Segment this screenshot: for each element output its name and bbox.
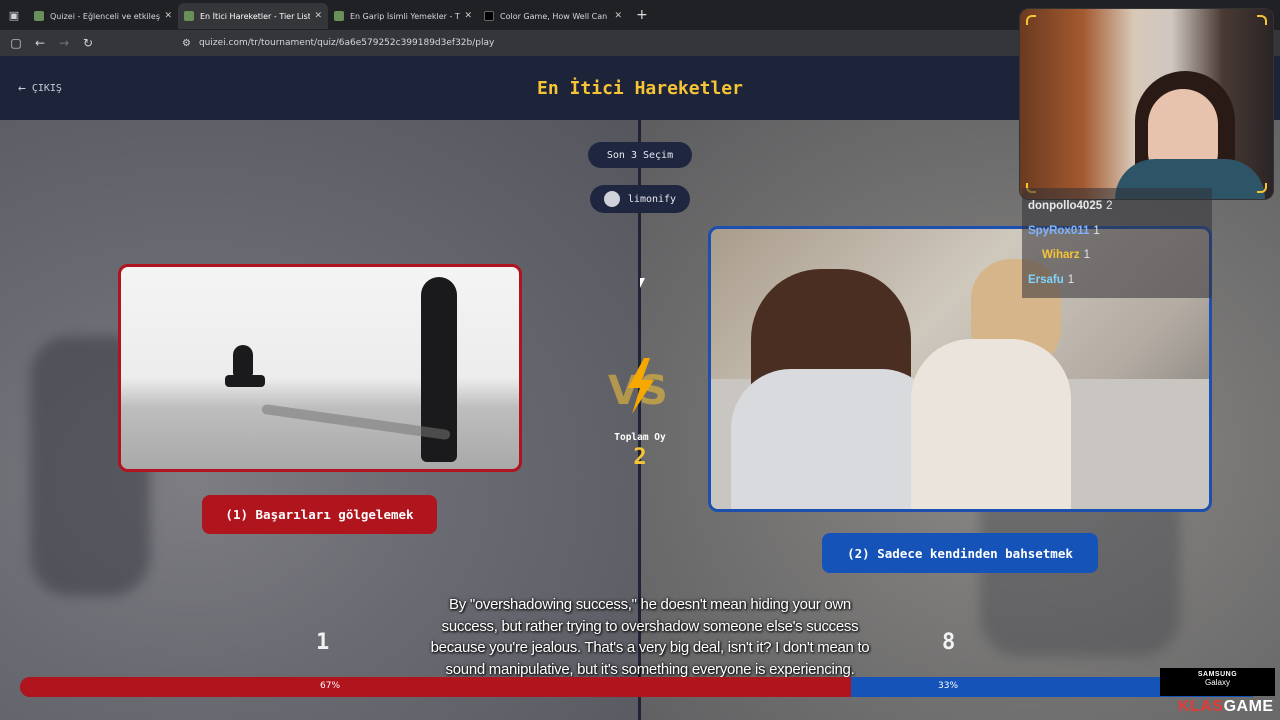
tab-en-itici-hareketler[interactable]: En İtici Hareketler - Tier List, Kö ✕ xyxy=(178,3,328,29)
option-1-image[interactable] xyxy=(118,264,522,472)
tab-search-icon[interactable]: ▣ xyxy=(0,0,28,30)
option-1-bar-fill xyxy=(20,677,851,697)
tab-title: Color Game, How Well Can You xyxy=(500,11,610,21)
option-1-percent: 67% xyxy=(320,681,341,691)
chat-value: 1 xyxy=(1083,249,1091,262)
woman-front-sweater xyxy=(911,339,1071,509)
last-choices-label: Son 3 Seçim xyxy=(606,149,674,161)
reload-icon[interactable]: ↻ xyxy=(76,36,100,50)
chat-row: donpollo4025 2 xyxy=(1028,194,1206,219)
forward-arrow-icon[interactable]: → xyxy=(52,36,76,50)
vote-progress-bar: 67% 33% xyxy=(20,677,1260,697)
chat-username: Ersafu xyxy=(1028,273,1064,286)
brand-logo: KLASGAME xyxy=(1178,698,1274,716)
chat-value: 1 xyxy=(1093,224,1100,237)
avatar xyxy=(603,191,620,207)
chat-value: 2 xyxy=(1106,200,1113,213)
back-arrow-icon[interactable]: ← xyxy=(28,36,52,50)
option-2-label: (2) Sadece kendinden bahsetmek xyxy=(847,545,1073,561)
quizei-favicon-icon xyxy=(34,11,44,21)
option-2-percent: 33% xyxy=(938,681,959,691)
address-bar[interactable]: ⚙ quizei.com/tr/tournament/quiz/6a6e5792… xyxy=(182,38,494,49)
frame-corner xyxy=(1257,15,1267,25)
total-votes-label: Toplam Oy xyxy=(614,432,666,443)
mouse-cursor-icon xyxy=(640,278,645,288)
option-1-button[interactable]: (1) Başarıları gölgelemek xyxy=(202,495,437,534)
chat-row: SpyRox011 1 xyxy=(1028,219,1206,244)
last-choices-button[interactable]: Son 3 Seçim xyxy=(588,142,692,168)
sponsor-logo: SAMSUNG Galaxy xyxy=(1160,668,1275,696)
sponsor-line-1: SAMSUNG xyxy=(1197,671,1238,678)
close-tab-icon[interactable]: ✕ xyxy=(164,11,172,21)
option-2-votes: 8 xyxy=(942,630,956,655)
sponsor-line-2: Galaxy xyxy=(1205,678,1230,687)
frame-corner xyxy=(1026,15,1036,25)
close-tab-icon[interactable]: ✕ xyxy=(614,11,622,21)
seated-figure-legs xyxy=(225,375,265,387)
vs-lightning-icon: VS xyxy=(608,358,668,414)
brand-part-2: GAME xyxy=(1223,698,1274,715)
quizei-favicon-icon xyxy=(334,11,344,21)
new-tab-icon[interactable]: + xyxy=(636,7,648,23)
option-1-votes: 1 xyxy=(316,630,330,655)
close-tab-icon[interactable]: ✕ xyxy=(464,11,472,21)
color-game-favicon-icon xyxy=(484,11,494,21)
site-info-icon[interactable]: ⚙ xyxy=(182,38,191,49)
chat-username: Wiharz xyxy=(1042,249,1080,262)
chat-username: SpyRox011 xyxy=(1028,224,1090,237)
stream-subtitle: By "overshadowing success," he doesn't m… xyxy=(430,596,870,678)
chat-row: Ersafu 1 xyxy=(1028,268,1206,293)
tab-quizei[interactable]: Quizei - Eğlenceli ve etkileşimli ✕ xyxy=(28,3,178,29)
chat-username: donpollo4025 xyxy=(1028,200,1103,213)
total-votes-value: 2 xyxy=(633,445,647,470)
username: limonify xyxy=(627,193,677,205)
url-text[interactable]: quizei.com/tr/tournament/quiz/6a6e579252… xyxy=(199,38,494,48)
chat-overlay: donpollo4025 2 SpyRox011 1 Wiharz 1 Ersa… xyxy=(1022,188,1212,298)
tab-title: En Garip İsimli Yemekler - Tier L xyxy=(350,11,460,21)
option-2-button[interactable]: (2) Sadece kendinden bahsetmek xyxy=(822,533,1098,573)
brand-part-1: KLAS xyxy=(1178,698,1224,715)
streamer-webcam xyxy=(1019,8,1274,200)
user-badge: limonify xyxy=(590,185,690,213)
sidebar-toggle-icon[interactable]: ▢ xyxy=(4,36,28,50)
chat-row: Wiharz 1 xyxy=(1028,243,1206,268)
tab-en-garip-isimli-yemekler[interactable]: En Garip İsimli Yemekler - Tier L ✕ xyxy=(328,3,478,29)
quizei-favicon-icon xyxy=(184,11,194,21)
chat-value: 1 xyxy=(1067,273,1075,286)
tab-color-game[interactable]: Color Game, How Well Can You ✕ xyxy=(478,3,628,29)
option-1-label: (1) Başarıları gölgelemek xyxy=(225,507,414,522)
close-tab-icon[interactable]: ✕ xyxy=(314,11,322,21)
tab-title: En İtici Hareketler - Tier List, Kö xyxy=(200,11,311,21)
frame-corner xyxy=(1257,183,1267,193)
seated-figure xyxy=(233,345,253,377)
woman-back-sweater xyxy=(731,369,941,509)
tab-title: Quizei - Eğlenceli ve etkileşimli xyxy=(50,11,160,21)
